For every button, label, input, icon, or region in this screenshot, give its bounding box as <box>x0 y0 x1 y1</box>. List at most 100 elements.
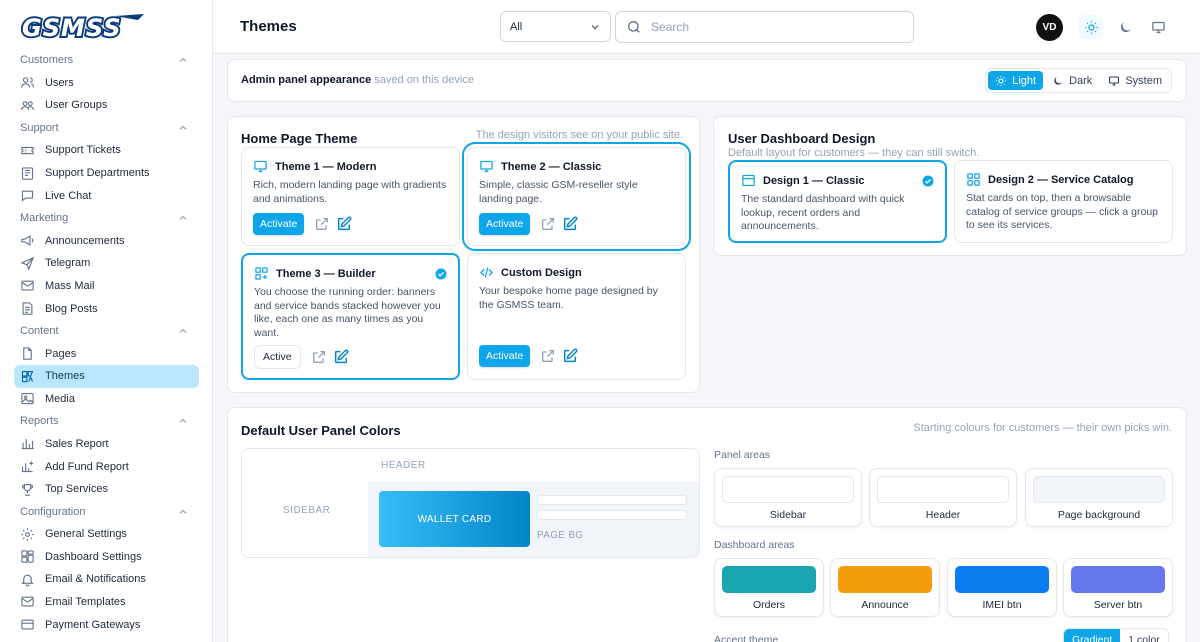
swatch-header[interactable]: Header <box>869 468 1017 527</box>
sidebar-item-email-templates[interactable]: Email Templates <box>14 591 199 614</box>
swatch-sidebar[interactable]: Sidebar <box>714 468 862 527</box>
external-link-icon[interactable] <box>311 349 327 365</box>
panel-colors-card: Default User Panel Colors Starting colou… <box>227 407 1187 642</box>
sidebar-item-top-services[interactable]: Top Services <box>14 478 199 501</box>
swatch-label: IMEI btn <box>982 599 1022 611</box>
swatch-announce[interactable]: Announce <box>830 558 940 617</box>
edit-icon[interactable] <box>333 349 349 365</box>
sidebar-item-media[interactable]: Media <box>14 388 199 411</box>
swatch-server-btn[interactable]: Server btn <box>1063 558 1173 617</box>
accent-one-color-option[interactable]: 1 color <box>1120 629 1168 642</box>
sidebar-item-user-groups[interactable]: User Groups <box>14 94 199 117</box>
dark-mode-button[interactable] <box>1113 15 1137 39</box>
chevron-up-icon <box>179 328 187 334</box>
sidebar-item-themes[interactable]: Themes <box>14 364 199 388</box>
theme-card-classic[interactable]: Theme 2 — Classic Simple, classic GSM-re… <box>467 147 686 246</box>
swatch-imei-btn[interactable]: IMEI btn <box>947 558 1057 617</box>
activate-button[interactable]: Activate <box>479 213 531 235</box>
sidebar-item-support-tickets[interactable]: Support Tickets <box>14 139 199 162</box>
color-box <box>955 566 1049 593</box>
sidebar-item-sales-report[interactable]: Sales Report <box>14 433 199 456</box>
sidebar-item-label: Pages <box>45 347 77 360</box>
appearance-light-label: Light <box>1012 74 1037 87</box>
theme-card-title: Theme 1 — Modern <box>275 160 377 173</box>
sidebar-section-configuration[interactable]: Configuration <box>0 500 212 523</box>
sun-icon <box>1084 20 1098 34</box>
theme-card-custom[interactable]: Custom Design Your bespoke home page des… <box>467 253 686 380</box>
sidebar-item-blog-posts[interactable]: Blog Posts <box>14 297 199 320</box>
accent-gradient-option[interactable]: Gradient <box>1064 629 1121 642</box>
swatch-label: Server btn <box>1093 599 1143 611</box>
filter-value: All <box>510 20 523 33</box>
sidebar-item-label: User Groups <box>45 99 108 112</box>
activate-button[interactable]: Activate <box>479 345 531 367</box>
sidebar-item-support-departments[interactable]: Support Departments <box>14 162 199 185</box>
sidebar-item-label: Themes <box>45 370 85 383</box>
sidebar-section-support[interactable]: Support <box>0 117 212 140</box>
sidebar-item-dashboard-settings[interactable]: Dashboard Settings <box>14 546 199 569</box>
preview-header-label: HEADER <box>381 460 426 471</box>
appearance-dark-option[interactable]: Dark <box>1045 71 1099 90</box>
external-link-icon[interactable] <box>540 348 556 364</box>
blog-icon <box>22 302 33 315</box>
appearance-light-option[interactable]: Light <box>988 71 1044 90</box>
sidebar-item-telegram[interactable]: Telegram <box>14 252 199 275</box>
dashboard-design-title: User Dashboard Design <box>728 131 876 146</box>
appearance-system-label: System <box>1125 74 1162 87</box>
card-icon <box>21 619 34 630</box>
swatch-label: Page background <box>1057 509 1141 521</box>
edit-icon[interactable] <box>562 348 578 364</box>
megaphone-icon <box>21 235 34 247</box>
home-theme-subtitle: The design visitors see on your public s… <box>475 129 683 141</box>
search-input[interactable] <box>651 20 891 34</box>
gsmss-logo[interactable]: GSMSS GSMSS <box>20 12 146 42</box>
search-box[interactable] <box>615 11 914 43</box>
sidebar-item-general-settings[interactable]: General Settings <box>14 523 199 546</box>
edit-icon[interactable] <box>336 216 352 232</box>
sidebar-section-label: Customers <box>20 54 74 67</box>
system-mode-button[interactable] <box>1146 15 1170 39</box>
sidebar-section-label: Marketing <box>20 212 69 225</box>
preview-page-bg-label: PAGE BG <box>537 530 584 541</box>
edit-icon[interactable] <box>562 216 578 232</box>
swatch-orders[interactable]: Orders <box>714 558 824 617</box>
sidebar-item-add-fund-report[interactable]: Add Fund Report <box>14 455 199 478</box>
sidebar-item-payment-gateways[interactable]: Payment Gateways <box>14 613 199 636</box>
color-box <box>722 476 854 503</box>
filter-select[interactable]: All <box>500 11 611 42</box>
sidebar-item-announcements[interactable]: Announcements <box>14 229 199 252</box>
swatch-page-background[interactable]: Page background <box>1025 468 1173 527</box>
sidebar-item-label: Add Fund Report <box>45 460 129 473</box>
activate-button[interactable]: Activate <box>253 213 305 235</box>
theme-card-desc: Your bespoke home page designed by the G… <box>479 285 658 311</box>
sidebar-item-label: Sales Report <box>45 437 109 450</box>
sidebar-section-content[interactable]: Content <box>0 320 212 343</box>
design-card-classic[interactable]: Design 1 — Classic The standard dashboar… <box>728 160 947 243</box>
theme-card-builder[interactable]: Theme 3 — Builder You choose the running… <box>241 253 460 380</box>
home-theme-card: Home Page Theme The design visitors see … <box>227 116 700 393</box>
external-link-icon[interactable] <box>540 216 556 232</box>
theme-card-modern[interactable]: Theme 1 — Modern Rich, modern landing pa… <box>241 147 460 246</box>
sidebar-item-email-and-notifications[interactable]: Email & Notifications <box>14 568 199 591</box>
sidebar-item-pages[interactable]: Pages <box>14 342 199 365</box>
sidebar-section-marketing[interactable]: Marketing <box>0 207 212 230</box>
design-card-catalog[interactable]: Design 2 — Service Catalog Stat cards on… <box>954 160 1173 243</box>
sidebar-item-live-chat[interactable]: Live Chat <box>14 184 199 207</box>
sidebar-item-mass-mail[interactable]: Mass Mail <box>14 275 199 298</box>
check-circle-icon <box>435 268 447 280</box>
external-link-icon[interactable] <box>314 216 330 232</box>
sidebar-section-reports[interactable]: Reports <box>0 410 212 433</box>
add-fund-icon <box>21 461 34 473</box>
sidebar-section-customers[interactable]: Customers <box>0 49 212 72</box>
sidebar-item-users[interactable]: Users <box>14 72 199 95</box>
design-card-desc: Stat cards on top, then a browsable cata… <box>966 192 1159 231</box>
preview-sidebar: SIDEBAR <box>242 449 368 557</box>
design-card-desc: The standard dashboard with quick lookup… <box>741 193 905 232</box>
avatar[interactable]: VD <box>1036 14 1063 41</box>
appearance-system-option[interactable]: System <box>1101 71 1169 90</box>
light-mode-button[interactable] <box>1079 15 1103 39</box>
sidebar-section-label: Support <box>20 121 59 134</box>
ticket-icon <box>21 146 34 155</box>
top-bar: Themes All VD <box>213 0 1200 54</box>
chevron-up-icon <box>179 419 187 424</box>
